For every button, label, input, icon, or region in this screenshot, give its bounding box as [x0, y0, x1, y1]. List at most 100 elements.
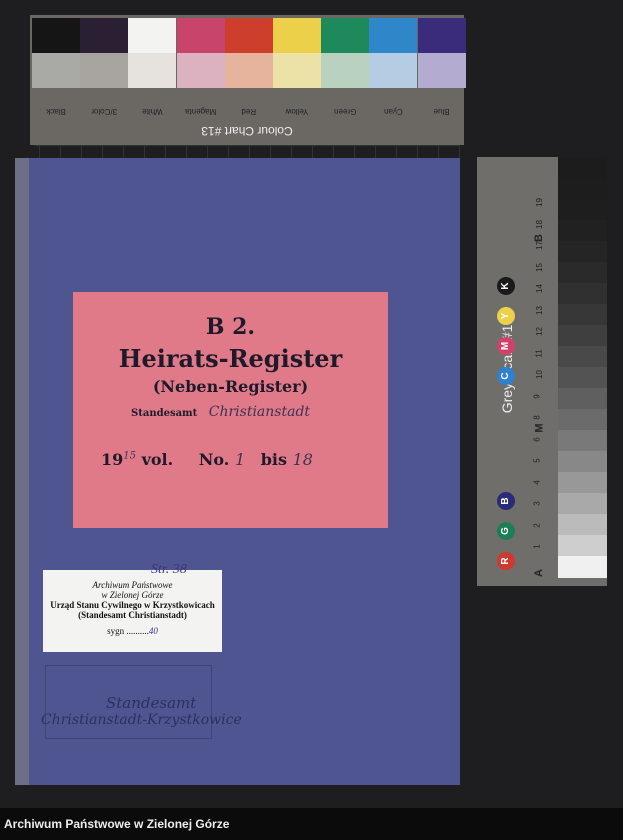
grey-number: 2: [532, 522, 542, 528]
swatch-cyan-top: [369, 18, 418, 53]
year-prefix: 19: [101, 450, 124, 469]
swatch-magenta-bottom: [176, 53, 225, 88]
colour-chart: Colour Chart #13 Black 3/Color White Magenta…: [30, 15, 466, 160]
office-pl: Urząd Stanu Cywilnego w Krzystkowicach: [50, 600, 215, 610]
swatch-label: Green: [334, 107, 357, 116]
vol-label: vol.: [141, 450, 174, 469]
swatch-red-bottom: [224, 53, 273, 88]
dot-m: M: [497, 337, 515, 355]
swatch-label: White: [142, 107, 163, 116]
grey-number: 10: [534, 370, 544, 379]
no-value: 1: [234, 450, 246, 469]
sygn-value: 40: [148, 626, 158, 636]
grey-patch: [558, 262, 607, 284]
grey-patch: [558, 304, 607, 326]
swatch-label: Black: [46, 107, 66, 116]
register-code: B 2.: [205, 314, 256, 340]
register-title: Heirats-Register: [118, 344, 343, 373]
grey-patch: [558, 430, 607, 452]
swatch-green-bottom: [321, 53, 370, 88]
grey-number: 4: [532, 479, 542, 485]
stamp-line2: Christianstadt-Krzystkowice: [41, 712, 242, 728]
grey-number: 15: [534, 262, 544, 272]
grey-patch: [558, 493, 607, 515]
archive-name: Archiwum Państwowe: [92, 580, 173, 590]
grey-number: 18: [534, 219, 544, 229]
grey-number: 5: [532, 458, 542, 463]
dot-r: R: [497, 552, 515, 570]
footer-caption: Archiwum Państwowe w Zielonej Górze: [0, 808, 623, 840]
dot-c: C: [497, 367, 515, 385]
grey-patch: [558, 283, 607, 305]
office-label: Standesamt: [131, 408, 198, 419]
swatch-3-color-top: [80, 18, 129, 53]
swatch-yellow-bottom: [273, 53, 321, 88]
swatch-label: Cyan: [384, 107, 403, 116]
register-subtitle: (Neben-Register): [152, 377, 309, 396]
swatch-black-top: [32, 18, 80, 53]
swatch-red-top: [224, 18, 273, 53]
grey-patch: [558, 325, 607, 347]
grey-patch: [558, 346, 607, 368]
grey-patch: [558, 178, 607, 200]
grey-number: 6: [532, 436, 542, 442]
grey-number: 13: [534, 305, 544, 315]
archive-label: Str. 38 Archiwum Państwowe w Zielonej Gó…: [43, 562, 222, 652]
grey-patch: [558, 388, 607, 410]
chart-labels: Colour Chart #13 Black 3/Color White Magenta…: [30, 103, 464, 160]
grey-patch: [558, 535, 607, 557]
grey-number: 9: [532, 393, 542, 399]
archive-city: w Zielonej Górze: [101, 590, 164, 600]
grey-patch: [558, 220, 607, 242]
grey-number: 19: [534, 198, 544, 207]
swatch-yellow-top: [273, 18, 321, 53]
grey-number: 14: [534, 284, 544, 293]
no-label: No.: [198, 450, 230, 469]
page-note: Str. 38: [151, 562, 187, 577]
dot-g: G: [497, 522, 515, 540]
grey-number: 17: [534, 241, 544, 250]
grey-scale-title: Grey Scale #13: [499, 316, 515, 414]
grey-patch: [558, 472, 607, 494]
grey-patch: [558, 367, 607, 389]
grey-patch: [558, 241, 607, 263]
faded-stamp: Standesamt Christianstadt-Krzystkowice: [41, 665, 242, 739]
swatch-blue-bottom: [417, 53, 466, 88]
office-de: (Standesamt Christianstadt): [78, 610, 187, 620]
bis-value: 18: [292, 450, 313, 469]
grey-marker-b: B: [532, 234, 545, 242]
grey-patch: [558, 409, 607, 431]
grey-number: 1: [532, 544, 542, 549]
grey-patch: [558, 157, 607, 179]
swatch-blue-top: [417, 18, 466, 53]
grey-number: 3: [532, 501, 542, 506]
grey-patch: [558, 514, 607, 536]
grey-number: 12: [534, 327, 544, 336]
grey-scale-chart: Grey Scale #13 R G B C M Y K 1 2 3 4 5 6 8 9 10 11 12 13 14…: [477, 157, 607, 586]
swatch-white-bottom: [128, 53, 177, 88]
swatch-label: Blue: [433, 107, 450, 116]
grey-marker-a: A: [532, 569, 545, 577]
swatch-white-top: [128, 18, 177, 53]
grey-marker-m: M: [533, 423, 546, 433]
grey-number: 11: [534, 348, 544, 358]
swatch-green-top: [321, 18, 370, 53]
year-hand: 15: [123, 450, 136, 462]
dot-y: Y: [497, 307, 515, 325]
colour-chart-title: Colour Chart #13: [201, 124, 293, 138]
dot-k: K: [497, 277, 515, 295]
swatch-magenta-top: [176, 18, 225, 53]
grey-number: 8: [532, 415, 542, 420]
grey-patch: [558, 451, 607, 473]
title-label: B 2. Heirats-Register (Neben-Register) S…: [73, 292, 388, 528]
bis-label: bis: [260, 450, 287, 469]
stamp-line1: Standesamt: [106, 694, 197, 712]
sygn-label: sygn ..........: [107, 626, 149, 636]
office-value: Christianstadt: [208, 404, 311, 420]
swatch-label: Yellow: [285, 107, 309, 116]
swatch-label: 3/Color: [91, 107, 118, 116]
swatch-cyan-bottom: [369, 53, 418, 88]
grey-patch: [558, 199, 607, 221]
swatch-label: Magenta: [185, 107, 217, 116]
swatch-3-color-bottom: [80, 53, 129, 88]
